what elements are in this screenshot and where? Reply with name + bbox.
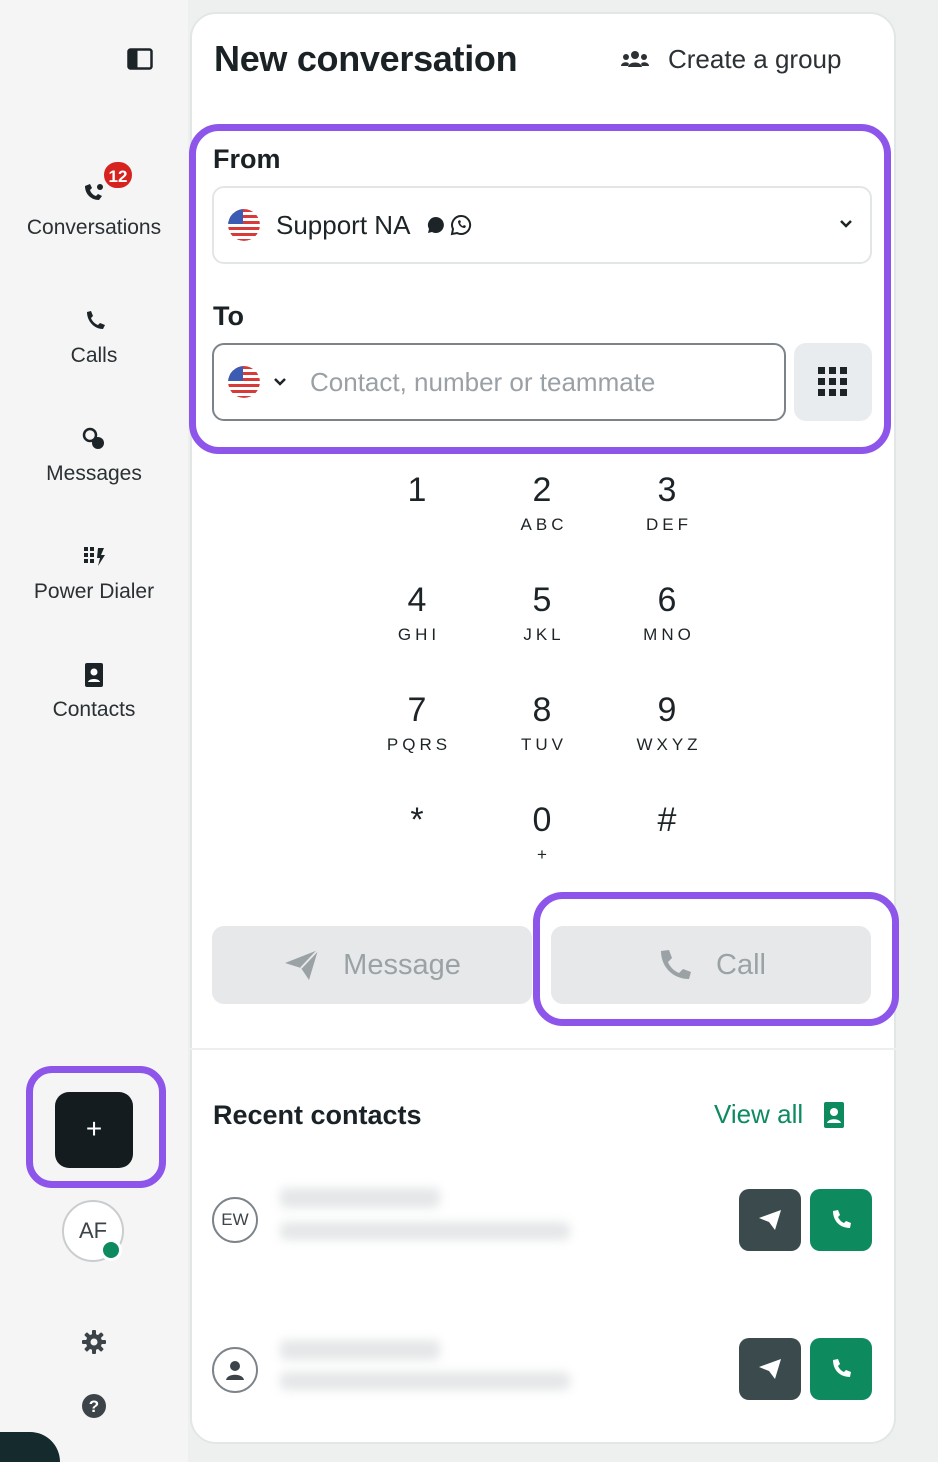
phone-icon (833, 1210, 851, 1228)
contact-call-button[interactable] (810, 1338, 872, 1400)
person-icon (226, 1361, 244, 1380)
create-group-button[interactable]: Create a group (620, 44, 841, 75)
to-field (212, 343, 786, 421)
contact-call-button[interactable] (810, 1189, 872, 1251)
sidebar-toggle-icon[interactable] (127, 48, 153, 70)
keypad-key-4[interactable]: 4 GHI (362, 581, 472, 645)
message-button[interactable]: Message (212, 926, 532, 1004)
phone-icon (833, 1359, 851, 1377)
sidebar-item-conversations[interactable]: Conversations (0, 178, 188, 240)
contacts-book-icon (85, 663, 103, 687)
sms-channel-icon (428, 216, 445, 233)
keypad-toggle-button[interactable] (794, 343, 872, 421)
keypad-key-3[interactable]: 3 DEF (612, 471, 722, 535)
to-label: To (213, 301, 244, 331)
contact-name-redacted (280, 1188, 440, 1208)
presence-indicator (100, 1239, 122, 1261)
keypad-key-2[interactable]: 2 ABC (487, 471, 597, 535)
divider (190, 1048, 896, 1050)
send-icon (759, 1210, 781, 1230)
keypad-key-0[interactable]: 0 + (487, 801, 597, 865)
sidebar-item-power-dialer[interactable]: Power Dialer (0, 542, 188, 604)
whatsapp-icon (451, 214, 472, 236)
send-icon (759, 1359, 781, 1379)
sidebar-item-label: Power Dialer (33, 580, 155, 603)
gear-icon[interactable] (80, 1328, 108, 1356)
send-icon (285, 949, 319, 980)
keypad-key-star[interactable]: * (362, 801, 472, 845)
keypad-key-7[interactable]: 7 PQRS (362, 691, 472, 755)
chevron-down-icon (840, 220, 852, 228)
contact-name-redacted (280, 1340, 440, 1360)
call-button[interactable]: Call (551, 926, 871, 1004)
sidebar-item-label: Messages (46, 462, 142, 485)
sidebar-item-calls[interactable]: Calls (0, 306, 188, 368)
keypad-key-6[interactable]: 6 MNO (612, 581, 722, 645)
phone-icon (661, 950, 692, 979)
keypad-key-8[interactable]: 8 TUV (487, 691, 597, 755)
keypad-key-9[interactable]: 9 WXYZ (612, 691, 722, 755)
view-all-link[interactable]: View all (714, 1099, 845, 1130)
page-title: New conversation (214, 38, 518, 79)
contact-avatar: EW (212, 1197, 258, 1243)
group-icon (621, 50, 649, 67)
messages-icon (82, 427, 104, 449)
country-chevron-down-icon[interactable] (272, 376, 288, 388)
to-input[interactable] (310, 366, 750, 398)
sidebar-item-label: Calls (70, 344, 118, 367)
message-button-label: Message (343, 948, 461, 981)
sidebar-item-label: Contacts (52, 698, 136, 721)
power-dialer-icon (84, 547, 105, 566)
svg-text:?: ? (89, 1397, 99, 1416)
new-conversation-button[interactable]: + (55, 1092, 133, 1168)
contact-detail-redacted (280, 1372, 570, 1390)
sidebar-item-messages[interactable]: Messages (0, 424, 188, 486)
create-group-label: Create a group (668, 44, 842, 74)
help-icon[interactable]: ? (80, 1392, 108, 1420)
us-flag-icon (228, 209, 260, 241)
contact-message-button[interactable] (739, 1338, 801, 1400)
from-label: From (213, 144, 281, 174)
sidebar-item-contacts[interactable]: Contacts (0, 660, 188, 722)
keypad-grid-icon (818, 367, 847, 396)
recent-contacts-title: Recent contacts (213, 1100, 422, 1130)
contact-message-button[interactable] (739, 1189, 801, 1251)
unread-badge: 12 (102, 160, 134, 190)
from-number-name: Support NA (276, 209, 411, 240)
from-number-select[interactable]: Support NA (212, 186, 872, 264)
phone-icon (87, 311, 105, 329)
sidebar-item-label: Conversations (26, 216, 162, 239)
contact-avatar (212, 1347, 258, 1393)
keypad-key-5[interactable]: 5 JKL (487, 581, 597, 645)
keypad-key-hash[interactable]: # (612, 801, 722, 845)
contact-detail-redacted (280, 1222, 570, 1240)
us-flag-icon[interactable] (228, 366, 260, 398)
contacts-book-icon (824, 1101, 845, 1128)
keypad-key-1[interactable]: 1 (362, 471, 472, 515)
view-all-label: View all (714, 1099, 804, 1129)
call-button-label: Call (716, 948, 766, 981)
